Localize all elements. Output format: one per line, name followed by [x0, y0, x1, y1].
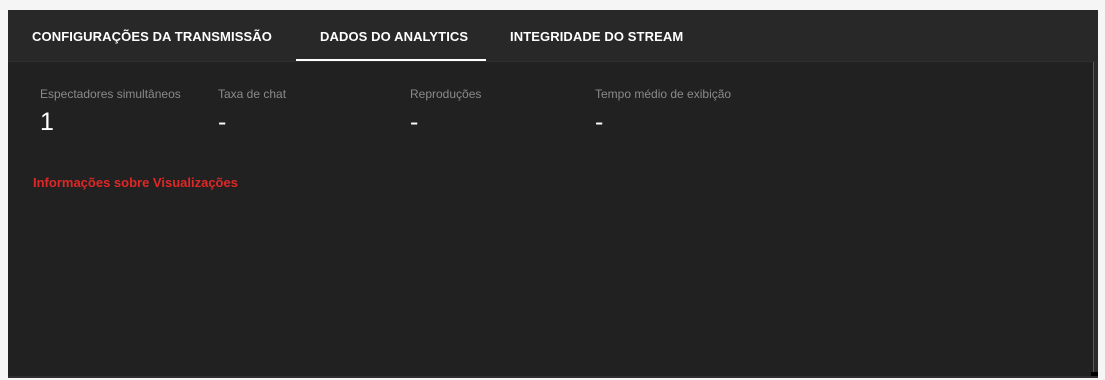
- stat-label: Tempo médio de exibição: [595, 87, 732, 101]
- stat-average-watch-time: Tempo médio de exibição -: [595, 87, 731, 136]
- stat-value: -: [595, 108, 604, 136]
- stat-label: Reproduções: [410, 87, 482, 101]
- tab-bar: CONFIGURAÇÕES DA TRANSMISSÃO DADOS DO AN…: [8, 10, 1098, 62]
- views-info-link[interactable]: Informações sobre Visualizações: [33, 175, 238, 190]
- scrollbar-end: [1091, 372, 1098, 376]
- tab-stream-health[interactable]: INTEGRIDADE DO STREAM: [510, 10, 683, 61]
- stat-label: Taxa de chat: [218, 87, 287, 101]
- active-tab-indicator: [296, 59, 486, 61]
- stat-chat-rate: Taxa de chat -: [218, 87, 286, 136]
- analytics-panel: CONFIGURAÇÕES DA TRANSMISSÃO DADOS DO AN…: [8, 10, 1098, 378]
- tab-stream-settings[interactable]: CONFIGURAÇÕES DA TRANSMISSÃO: [32, 10, 272, 61]
- scrollbar[interactable]: [1093, 62, 1098, 376]
- tab-analytics-data[interactable]: DADOS DO ANALYTICS: [320, 10, 468, 61]
- stat-plays: Reproduções -: [410, 87, 481, 136]
- stat-value: -: [410, 108, 419, 136]
- stat-concurrent-viewers: Espectadores simultâneos 1: [40, 87, 181, 136]
- stat-value: -: [218, 108, 227, 136]
- stat-label: Espectadores simultâneos: [40, 87, 181, 101]
- stat-value: 1: [40, 108, 54, 136]
